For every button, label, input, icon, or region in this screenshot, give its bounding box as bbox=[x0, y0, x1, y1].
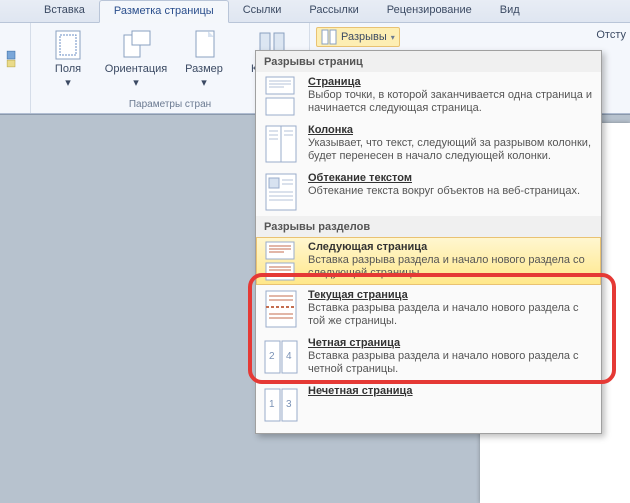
orientation-button[interactable]: Ориентация ▾ bbox=[103, 25, 169, 91]
orientation-icon bbox=[120, 29, 152, 61]
break-continuous-desc: Вставка разрыва раздела и начало нового … bbox=[308, 302, 593, 328]
svg-text:1: 1 bbox=[269, 399, 275, 410]
page-break-icon bbox=[264, 76, 298, 116]
themes-icon bbox=[6, 29, 24, 89]
break-next-page-desc: Вставка разрыва раздела и начало нового … bbox=[308, 254, 593, 280]
tab-review[interactable]: Рецензирование bbox=[373, 0, 486, 22]
break-column-title: Колонка bbox=[308, 124, 593, 136]
break-even-page-item[interactable]: 24 Четная страница Вставка разрыва разде… bbox=[256, 333, 601, 381]
dropdown-section-section-breaks: Разрывы разделов bbox=[256, 216, 601, 237]
break-next-page-title: Следующая страница bbox=[308, 241, 593, 253]
margins-icon bbox=[52, 29, 84, 61]
break-textwrap-item[interactable]: Обтекание текстом Обтекание текста вокру… bbox=[256, 168, 601, 216]
svg-text:4: 4 bbox=[286, 351, 292, 362]
tab-insert[interactable]: Вставка bbox=[30, 0, 99, 22]
breaks-dropdown: Разрывы страниц Страница Выбор точки, в … bbox=[255, 50, 602, 434]
text-wrap-break-icon bbox=[264, 172, 298, 212]
dropdown-section-page-breaks: Разрывы страниц bbox=[256, 51, 601, 72]
break-page-item[interactable]: Страница Выбор точки, в которой заканчив… bbox=[256, 72, 601, 120]
break-even-page-desc: Вставка разрыва раздела и начало нового … bbox=[308, 350, 593, 376]
themes-button[interactable] bbox=[2, 25, 28, 93]
tab-mailings[interactable]: Рассылки bbox=[295, 0, 372, 22]
margins-button[interactable]: Поля ▾ bbox=[35, 25, 101, 91]
size-label: Размер bbox=[185, 63, 223, 75]
tab-references[interactable]: Ссылки bbox=[229, 0, 296, 22]
break-page-title: Страница bbox=[308, 76, 593, 88]
column-break-icon bbox=[264, 124, 298, 164]
svg-text:3: 3 bbox=[286, 399, 292, 410]
break-page-desc: Выбор точки, в которой заканчивается одн… bbox=[308, 89, 593, 115]
breaks-label: Разрывы bbox=[341, 31, 387, 43]
breaks-button[interactable]: Разрывы ▾ bbox=[316, 27, 400, 47]
group-caption-page-setup: Параметры стран bbox=[129, 99, 211, 111]
break-continuous-title: Текущая страница bbox=[308, 289, 593, 301]
break-column-item[interactable]: Колонка Указывает, что текст, следующий … bbox=[256, 120, 601, 168]
ribbon-tabs: Вставка Разметка страницы Ссылки Рассылк… bbox=[0, 0, 630, 23]
tab-page-layout[interactable]: Разметка страницы bbox=[99, 0, 229, 23]
orientation-label: Ориентация bbox=[105, 63, 167, 75]
tab-view[interactable]: Вид bbox=[486, 0, 534, 22]
break-column-desc: Указывает, что текст, следующий за разры… bbox=[308, 137, 593, 163]
break-continuous-item[interactable]: Текущая страница Вставка разрыва раздела… bbox=[256, 285, 601, 333]
break-even-page-title: Четная страница bbox=[308, 337, 593, 349]
break-textwrap-desc: Обтекание текста вокруг объектов на веб-… bbox=[308, 185, 593, 198]
ribbon-group-themes bbox=[0, 23, 31, 113]
break-odd-page-item[interactable]: 13 Нечетная страница bbox=[256, 381, 601, 429]
breaks-icon bbox=[321, 29, 337, 45]
chevron-down-icon: ▾ bbox=[201, 77, 207, 89]
even-page-break-icon: 24 bbox=[264, 337, 298, 377]
break-textwrap-title: Обтекание текстом bbox=[308, 172, 593, 184]
continuous-break-icon bbox=[264, 289, 298, 329]
svg-text:2: 2 bbox=[269, 351, 275, 362]
next-page-break-icon bbox=[264, 241, 298, 281]
break-next-page-item[interactable]: Следующая страница Вставка разрыва разде… bbox=[256, 237, 601, 285]
chevron-down-icon: ▾ bbox=[133, 77, 139, 89]
size-icon bbox=[188, 29, 220, 61]
chevron-down-icon: ▾ bbox=[391, 34, 395, 42]
chevron-down-icon: ▾ bbox=[65, 77, 71, 89]
indent-group-label: Отсту bbox=[596, 29, 626, 41]
odd-page-break-icon: 13 bbox=[264, 385, 298, 425]
margins-label: Поля bbox=[55, 63, 81, 75]
size-button[interactable]: Размер ▾ bbox=[171, 25, 237, 91]
break-odd-page-title: Нечетная страница bbox=[308, 385, 593, 397]
